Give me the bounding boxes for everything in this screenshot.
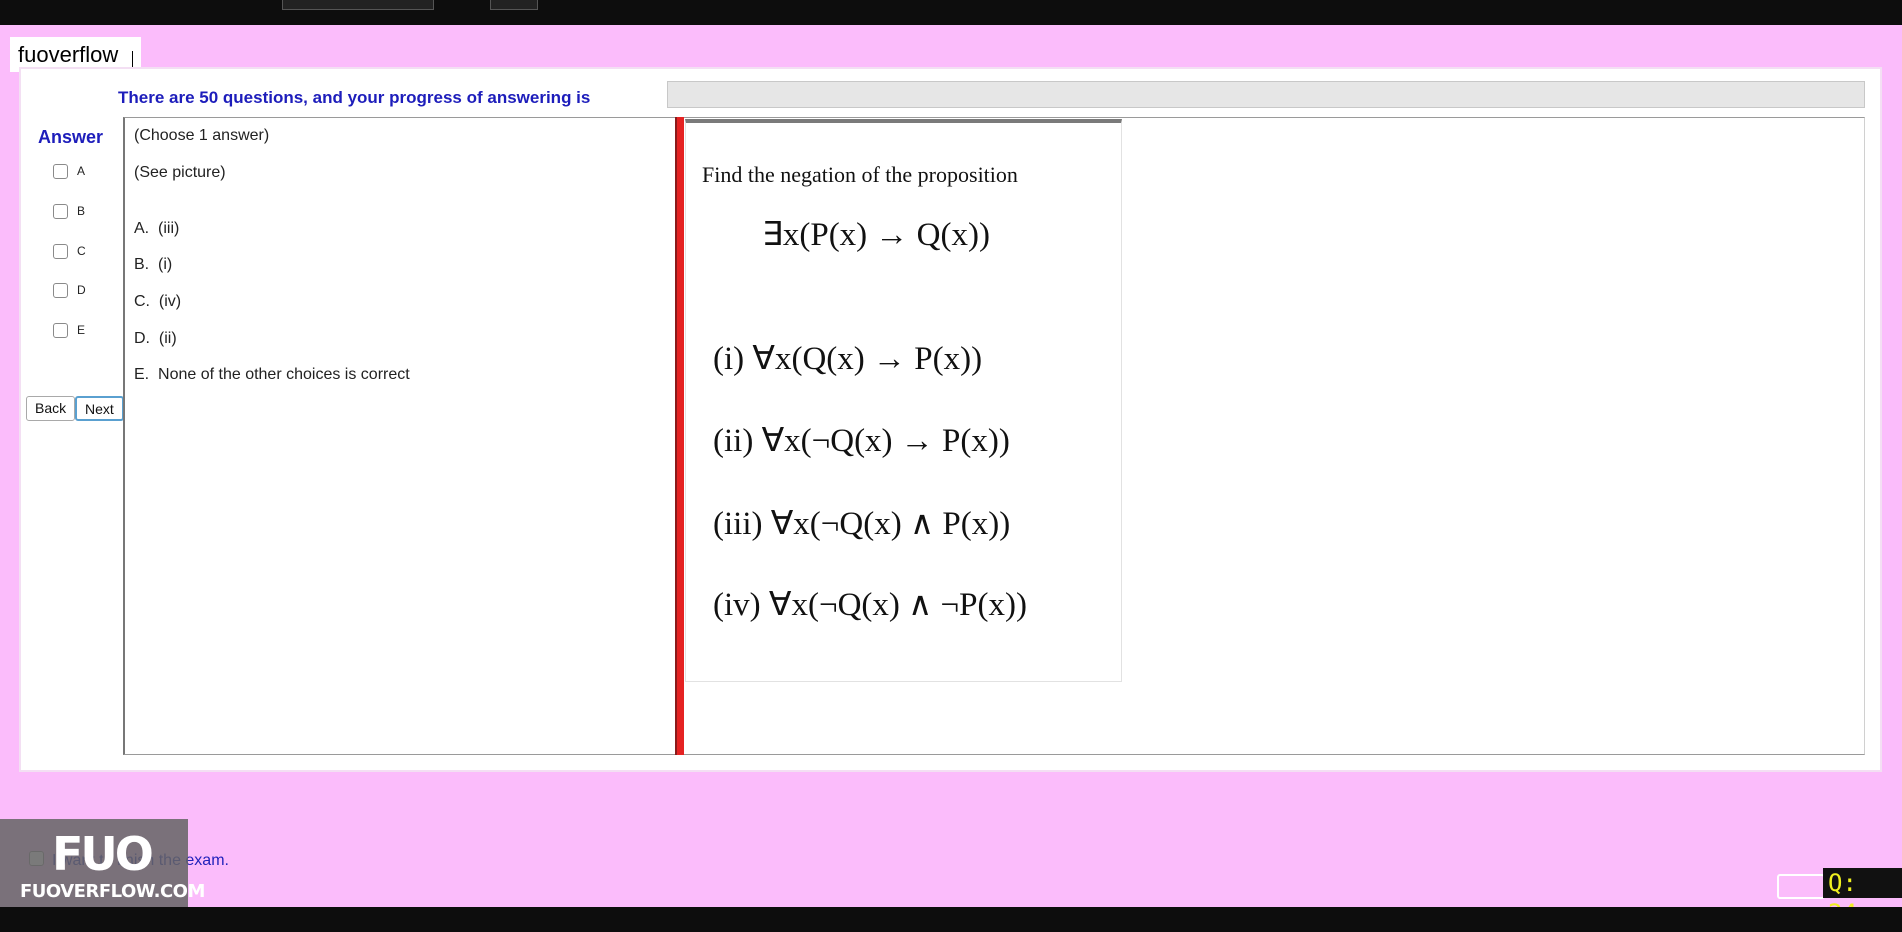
- answer-choice-label: B: [77, 204, 86, 218]
- option-letter: B.: [134, 256, 150, 273]
- top-bar: [0, 0, 1902, 25]
- option-letter: D.: [134, 330, 150, 347]
- pane-splitter[interactable]: [675, 117, 684, 755]
- answer-choice-label: D: [77, 283, 86, 297]
- answer-choice-a[interactable]: A: [53, 162, 85, 180]
- option-text: None of the other choices is correct: [158, 366, 410, 383]
- answer-title: Answer: [38, 127, 104, 147]
- answer-choice-label: A: [77, 164, 86, 178]
- next-button[interactable]: Next: [75, 396, 124, 421]
- picture-item-i: (i) ∀x(Q(x) → P(x)): [713, 341, 983, 377]
- back-button[interactable]: Back: [26, 396, 76, 421]
- question-counter: Q: 24: [1823, 868, 1902, 927]
- picture-item-iv: (iv) ∀x(¬Q(x) ∧ ¬P(x)): [713, 587, 1027, 623]
- answer-choice-e[interactable]: E: [53, 321, 85, 339]
- question-counter-frame: [1777, 874, 1825, 899]
- picture-item-ii: (ii) ∀x(¬Q(x) → P(x)): [713, 423, 1010, 459]
- question-note: (See picture): [134, 164, 226, 181]
- watermark-url: FUOVERFLOW.COM: [20, 881, 205, 902]
- answer-choice-d[interactable]: D: [53, 281, 86, 299]
- watermark: FUO FUOVERFLOW.COM: [0, 819, 205, 907]
- picture-formula: ∃x(P(x) → Q(x)): [762, 217, 990, 253]
- top-bar-ghost-button: [490, 0, 538, 10]
- option-d: D. (ii): [134, 330, 177, 348]
- checkbox[interactable]: [53, 282, 68, 298]
- picture-prompt: Find the negation of the proposition: [702, 162, 1018, 187]
- checkbox[interactable]: [53, 243, 68, 259]
- option-text: (ii): [158, 330, 177, 347]
- option-letter: E.: [134, 366, 150, 383]
- question-instruction: (Choose 1 answer): [134, 127, 270, 144]
- answer-choice-label: C: [77, 244, 86, 258]
- option-a: A. (iii): [134, 220, 179, 238]
- progress-bar: [667, 81, 1865, 108]
- answer-choice-label: E: [77, 323, 86, 337]
- option-c: C. (iv): [134, 293, 181, 311]
- option-text: (i): [158, 256, 173, 273]
- question-picture: Find the negation of the proposition ∃x(…: [685, 119, 1122, 682]
- option-text: (iii): [158, 220, 180, 237]
- checkbox[interactable]: [53, 322, 68, 338]
- option-letter: C.: [134, 293, 150, 310]
- option-letter: A.: [134, 220, 150, 237]
- option-b: B. (i): [134, 256, 172, 274]
- answer-choice-b[interactable]: B: [53, 202, 85, 220]
- answer-choice-c[interactable]: C: [53, 242, 86, 260]
- checkbox[interactable]: [53, 203, 68, 219]
- option-e: E. None of the other choices is correct: [134, 366, 410, 384]
- option-text: (iv): [158, 293, 182, 310]
- top-bar-ghost-field: [282, 0, 434, 10]
- watermark-logo: FUO: [52, 827, 154, 881]
- progress-text: There are 50 questions, and your progres…: [118, 88, 591, 107]
- bottom-bar: [0, 907, 1902, 932]
- checkbox[interactable]: [53, 163, 68, 179]
- picture-item-iii: (iii) ∀x(¬Q(x) ∧ P(x)): [713, 506, 1011, 542]
